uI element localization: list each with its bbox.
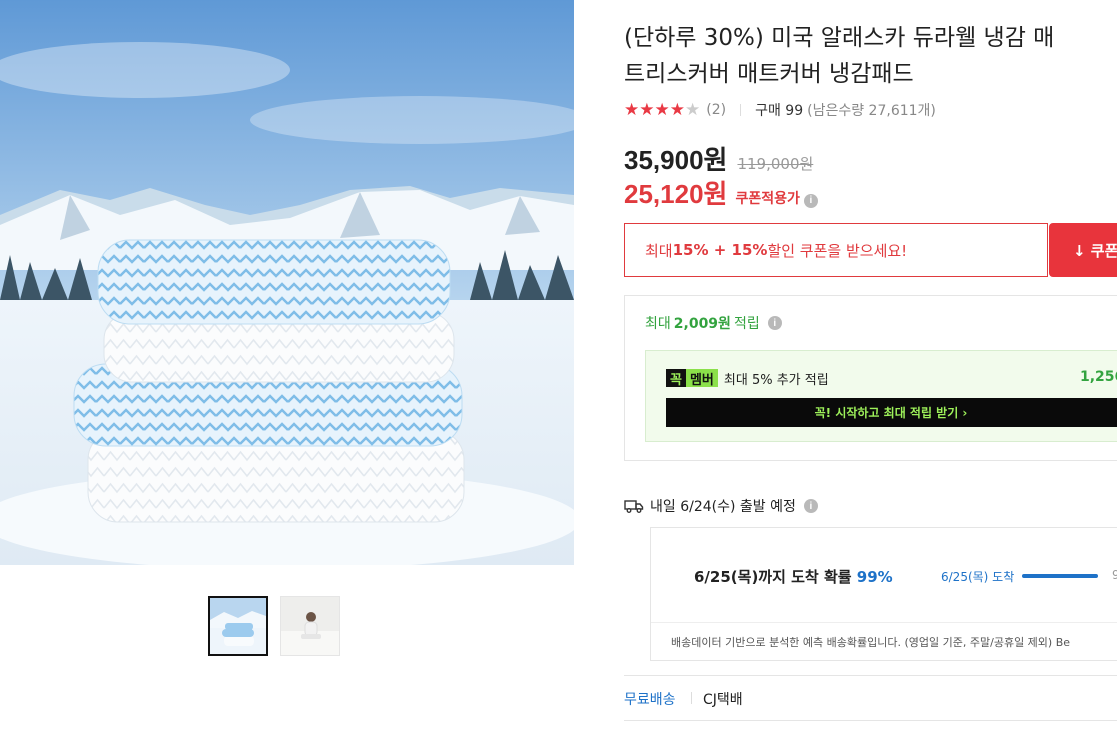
arrival-probability: 6/25(목)까지 도착 확률 99% <box>694 566 893 587</box>
review-count-link[interactable]: (2) <box>706 102 726 118</box>
arrival-probability-bar <box>1022 574 1098 578</box>
star-icon: ★ <box>624 99 640 120</box>
max-points-suffix: 적립 <box>733 316 760 332</box>
sale-price: 35,900원 <box>624 145 728 175</box>
arrival-chart-next-label: 9 <box>1112 568 1117 582</box>
arrival-probability-text: 6/25(목)까지 도착 확률 <box>694 568 857 586</box>
info-icon[interactable]: i <box>803 499 818 513</box>
truck-icon <box>624 500 644 513</box>
product-title: (단하루 30%) 미국 알래스카 듀라웰 냉감 매 트리스커버 매트커버 냉감… <box>624 20 1117 92</box>
thumbnail-product-stack[interactable] <box>208 596 268 656</box>
max-points-prefix: 최대 <box>645 316 671 332</box>
membership-points-amount: 1,256 <box>1080 369 1117 385</box>
product-title-line-2: 트리스커버 매트커버 냉감패드 <box>624 61 914 87</box>
membership-badge-row: 꼭 멤버 최대 5% 추가 적립 <box>666 368 829 388</box>
divider <box>624 675 1117 676</box>
carrier-label: CJ택배 <box>703 692 743 708</box>
membership-panel <box>645 350 1117 442</box>
coupon-banner-suffix: 할인 쿠폰을 받으세요! <box>767 241 908 260</box>
divider <box>624 720 1117 721</box>
coupon-price-row: 25,120원 쿠폰적용가 i <box>624 174 818 211</box>
membership-badge-label: 멤버 <box>685 369 718 388</box>
coupon-banner-rate: 15% + 15% <box>672 241 768 259</box>
membership-benefit-text: 최대 5% 추가 적립 <box>723 372 829 388</box>
info-icon[interactable]: i <box>767 316 782 330</box>
departure-row: 내일 6/24(수) 출발 예정 i <box>624 496 818 516</box>
rating-row: ★ ★ ★ ★ ★ (2) 구매 99 (남은수량 27,611개) <box>624 100 936 120</box>
arrival-probability-percent: 99% <box>856 568 893 586</box>
coupon-price: 25,120원 <box>624 179 728 209</box>
membership-join-button[interactable]: 꼭! 시작하고 최대 적립 받기 › <box>666 398 1117 427</box>
divider <box>740 104 742 116</box>
coupon-price-label: 쿠폰적용가 <box>735 191 800 207</box>
purchase-count: 구매 99 <box>755 103 804 119</box>
departure-text: 내일 6/24(수) 출발 예정 <box>650 499 796 515</box>
max-points: 최대 2,009원 적립 i <box>645 313 782 333</box>
divider <box>691 692 692 704</box>
thumbnail-person-on-bed[interactable] <box>280 596 340 656</box>
info-icon[interactable]: i <box>803 193 818 208</box>
product-title-line-1: (단하루 30%) 미국 알래스카 듀라웰 냉감 매 <box>624 25 1055 51</box>
max-points-amount: 2,009원 <box>673 316 731 332</box>
arrival-chart-label: 6/25(목) 도착 <box>941 570 1015 584</box>
price-row: 35,900원 119,000원 <box>624 140 813 177</box>
coupon-banner: 최대 15% + 15% 할인 쿠폰을 받으세요! <box>624 223 1048 277</box>
star-icon: ★ <box>654 99 670 120</box>
free-shipping-label: 무료배송 <box>624 692 676 708</box>
star-icon: ★ <box>669 99 685 120</box>
original-price: 119,000원 <box>737 155 814 173</box>
star-empty-icon: ★ <box>685 99 701 120</box>
membership-badge-logo: 꼭 <box>666 369 686 388</box>
coupon-banner-prefix: 최대 <box>645 241 673 260</box>
delivery-prediction-note: 배송데이터 기반으로 분석한 예측 배송확률입니다. (영업일 기준, 주말/공… <box>671 636 1071 649</box>
product-main-image[interactable] <box>0 0 574 565</box>
download-coupon-button[interactable]: ↓ 쿠폰 <box>1049 223 1117 277</box>
star-icon: ★ <box>639 99 655 120</box>
remaining-stock: (남은수량 27,611개) <box>807 103 936 119</box>
divider <box>651 622 1117 623</box>
